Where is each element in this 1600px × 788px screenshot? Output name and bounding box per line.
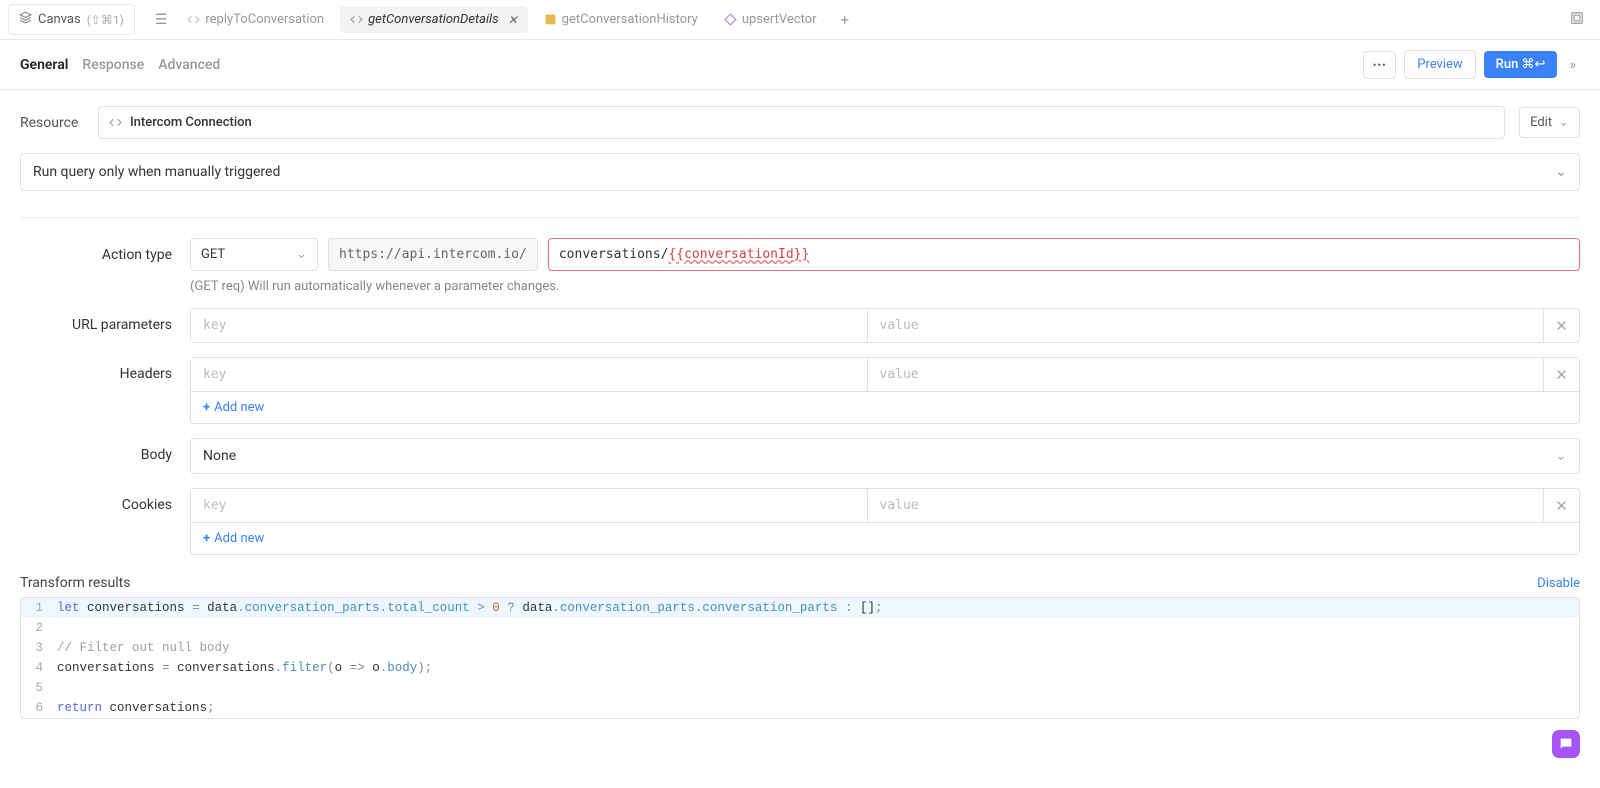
close-icon[interactable]: ✕	[508, 13, 518, 27]
tab-advanced[interactable]: Advanced	[158, 57, 220, 73]
plus-icon: +	[203, 400, 210, 415]
chevron-down-icon: ⌄	[1558, 115, 1569, 130]
transform-header: Transform results Disable	[20, 575, 1580, 591]
resource-label: Resource	[20, 115, 84, 131]
tab-general[interactable]: General	[20, 57, 68, 73]
disable-link[interactable]: Disable	[1537, 576, 1580, 591]
tab-label: getConversationDetails	[368, 12, 499, 27]
chevron-right-icon[interactable]: »	[1565, 53, 1580, 77]
remove-row-icon[interactable]: ✕	[1543, 309, 1579, 342]
cookie-value-input[interactable]	[868, 489, 1544, 522]
trigger-text: Run query only when manually triggered	[33, 164, 280, 180]
resource-select[interactable]: Intercom Connection	[98, 106, 1505, 139]
js-icon	[544, 13, 557, 26]
collapse-icon[interactable]	[1562, 7, 1592, 33]
canvas-button[interactable]: Canvas (⇧⌘1)	[8, 4, 135, 35]
body-label: Body	[20, 438, 190, 463]
base-url: https://api.intercom.io/	[328, 238, 538, 271]
cookies-label: Cookies	[20, 488, 190, 513]
path-static: conversations/	[559, 247, 669, 262]
tab-replyToConversation[interactable]: replyToConversation	[177, 6, 334, 33]
url-params-label: URL parameters	[20, 308, 190, 333]
header-key-input[interactable]	[191, 358, 867, 391]
edit-label: Edit	[1530, 115, 1552, 130]
body-select[interactable]: None ⌄	[190, 438, 1580, 474]
code-editor[interactable]: 1let conversations = data.conversation_p…	[20, 597, 1580, 719]
run-button[interactable]: Run ⌘↩	[1484, 51, 1558, 78]
header-value-input[interactable]	[868, 358, 1544, 391]
tab-label: replyToConversation	[205, 12, 324, 27]
path-template-var: {{conversationId}}	[668, 247, 809, 262]
body-value: None	[203, 448, 236, 464]
chevron-down-icon: ⌄	[1555, 448, 1567, 464]
path-input[interactable]: conversations/{{conversationId}}	[548, 238, 1580, 271]
tab-response[interactable]: Response	[82, 57, 144, 73]
tab-upsertVector[interactable]: upsertVector	[714, 6, 827, 33]
divider	[20, 217, 1580, 218]
action-hint: (GET req) Will run automatically wheneve…	[190, 279, 1580, 294]
diamond-icon	[724, 13, 737, 26]
layers-icon	[19, 11, 32, 28]
chevron-down-icon: ⌄	[296, 247, 307, 262]
add-new-label: Add new	[214, 400, 264, 415]
url-param-key-input[interactable]	[191, 309, 867, 342]
tab-label: getConversationHistory	[562, 12, 698, 27]
canvas-label: Canvas	[38, 12, 81, 27]
code-icon	[109, 116, 122, 129]
resource-row: Resource Intercom Connection Edit ⌄	[20, 106, 1580, 139]
remove-row-icon[interactable]: ✕	[1543, 489, 1579, 522]
action-type-label: Action type	[20, 238, 190, 263]
cookies-kv-row: ✕	[190, 488, 1580, 523]
transform-title: Transform results	[20, 575, 130, 591]
hamburger-icon[interactable]: ☰	[155, 12, 168, 28]
cookie-key-input[interactable]	[191, 489, 867, 522]
tab-label: upsertVector	[742, 12, 817, 27]
code-icon	[350, 13, 363, 26]
add-header-button[interactable]: + Add new	[190, 392, 1580, 424]
tab-getConversationHistory[interactable]: getConversationHistory	[534, 6, 708, 33]
tab-getConversationDetails[interactable]: getConversationDetails ✕	[340, 6, 528, 33]
method-select[interactable]: GET ⌄	[190, 238, 318, 271]
preview-button[interactable]: Preview	[1404, 50, 1475, 79]
url-params-kv-row: ✕	[190, 308, 1580, 343]
url-param-value-input[interactable]	[868, 309, 1544, 342]
trigger-select[interactable]: Run query only when manually triggered ⌄	[20, 153, 1580, 191]
more-button[interactable]: ⋯	[1363, 51, 1396, 79]
canvas-shortcut: (⇧⌘1)	[87, 13, 124, 27]
add-cookie-button[interactable]: + Add new	[190, 523, 1580, 555]
resource-name: Intercom Connection	[130, 115, 252, 130]
chevron-down-icon: ⌄	[1555, 164, 1567, 180]
add-new-label: Add new	[214, 531, 264, 546]
method-value: GET	[201, 247, 225, 262]
remove-row-icon[interactable]: ✕	[1543, 358, 1579, 391]
sub-tab-bar: General Response Advanced ⋯ Preview Run …	[0, 40, 1600, 90]
plus-icon: +	[203, 531, 210, 546]
top-tab-bar: Canvas (⇧⌘1) ☰ replyToConversation getCo…	[0, 0, 1600, 40]
add-tab-icon[interactable]: +	[833, 7, 858, 33]
headers-label: Headers	[20, 357, 190, 382]
help-chat-icon[interactable]	[1552, 730, 1580, 758]
code-icon	[187, 13, 200, 26]
headers-kv-row: ✕	[190, 357, 1580, 392]
edit-button[interactable]: Edit ⌄	[1519, 107, 1580, 138]
